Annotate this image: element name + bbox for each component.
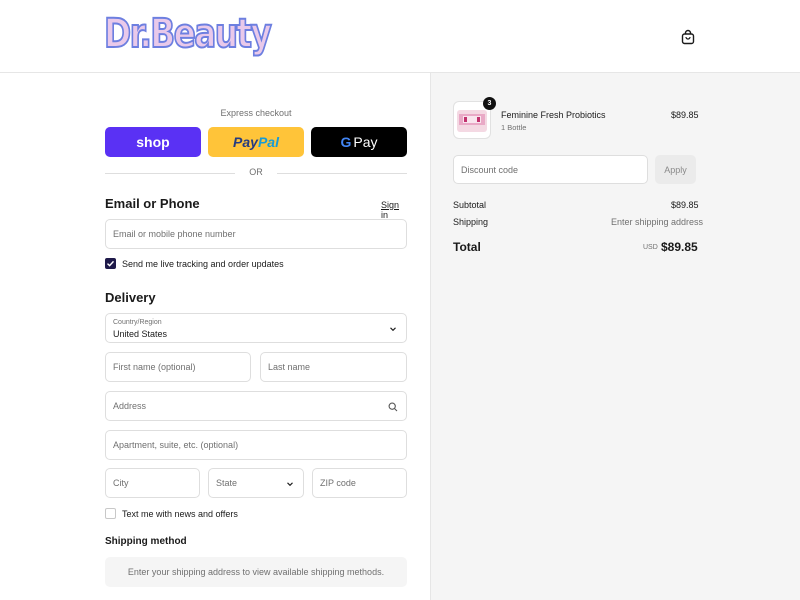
zip-code-input[interactable]: ZIP code (312, 468, 407, 498)
last-name-input[interactable]: Last name (260, 352, 407, 382)
address-input[interactable]: Address (105, 391, 407, 421)
or-label: OR (249, 167, 263, 177)
delivery-heading: Delivery (105, 290, 156, 305)
google-g-icon: G (340, 134, 352, 150)
shipping-value: Enter shipping address (611, 217, 704, 227)
apply-discount-button[interactable]: Apply (655, 155, 696, 184)
product-name: Feminine Fresh Probiotics (501, 110, 606, 120)
paypal-label-pay: Pay (233, 134, 258, 150)
address-placeholder: Address (113, 401, 147, 411)
tracking-label: Send me live tracking and order updates (122, 259, 284, 269)
state-placeholder: State (216, 478, 238, 488)
country-label: Country/Region (113, 319, 162, 326)
quantity-badge: 3 (483, 97, 496, 110)
product-variant: 1 Bottle (501, 123, 527, 132)
subtotal-value: $89.85 (671, 200, 699, 210)
paypal-button[interactable]: Pay Pal (208, 127, 304, 157)
site-header: Dr.Beauty (0, 0, 800, 73)
subtotal-label: Subtotal (453, 200, 487, 210)
paypal-label-pal: Pal (257, 134, 279, 150)
total-label: Total (453, 240, 481, 254)
email-phone-input[interactable]: Email or mobile phone number (105, 219, 407, 249)
order-summary-panel (430, 73, 800, 600)
country-value: United States (113, 329, 168, 339)
tracking-checkbox[interactable] (105, 258, 116, 269)
shipping-method-heading: Shipping method (105, 536, 187, 547)
currency-code: USD (643, 244, 658, 251)
shop-pay-button[interactable]: shop (105, 127, 201, 157)
express-checkout-label: Express checkout (220, 108, 292, 118)
shopping-bag-icon[interactable] (680, 29, 696, 45)
contact-heading: Email or Phone (105, 196, 200, 211)
state-select[interactable]: State (208, 468, 304, 498)
or-divider: OR (105, 167, 407, 179)
shipping-label: Shipping (453, 217, 489, 227)
discount-code-input[interactable]: Discount code (453, 155, 648, 184)
total-value: $89.85 (661, 240, 698, 254)
sign-in-link[interactable]: Sign in (381, 200, 407, 220)
country-select[interactable]: Country/Region United States (105, 313, 407, 343)
chevron-down-icon (390, 327, 396, 332)
shop-pay-label: shop (136, 134, 170, 150)
search-icon (388, 402, 398, 412)
google-pay-label: Pay (353, 134, 378, 150)
google-pay-button[interactable]: G Pay (311, 127, 407, 157)
check-icon (107, 260, 115, 267)
shipping-method-message: Enter your shipping address to view avai… (105, 557, 407, 587)
city-input[interactable]: City (105, 468, 200, 498)
apartment-input[interactable]: Apartment, suite, etc. (optional) (105, 430, 407, 460)
news-offers-checkbox[interactable] (105, 508, 116, 519)
brand-logo[interactable]: Dr.Beauty (103, 9, 272, 59)
first-name-input[interactable]: First name (optional) (105, 352, 251, 382)
news-offers-label: Text me with news and offers (122, 509, 238, 519)
product-price: $89.85 (671, 110, 699, 120)
chevron-down-icon (287, 482, 293, 487)
